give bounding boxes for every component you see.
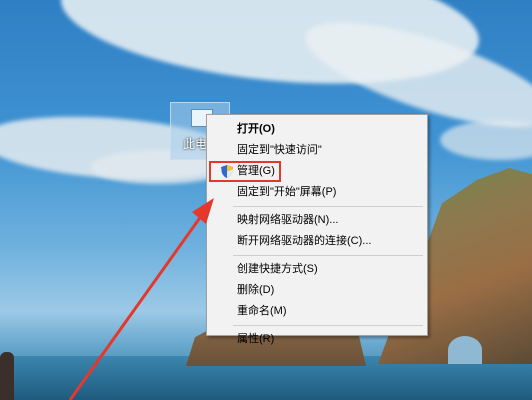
cloud xyxy=(440,120,532,160)
menu-item-properties[interactable]: 属性(R) xyxy=(207,329,427,350)
admin-shield-icon xyxy=(221,165,233,178)
menu-item-disconnect-network-drive[interactable]: 断开网络驱动器的连接(C)... xyxy=(207,231,427,252)
menu-item-delete[interactable]: 删除(D) xyxy=(207,280,427,301)
person-silhouette xyxy=(0,352,14,400)
menu-item-pin-start[interactable]: 固定到"开始"屏幕(P) xyxy=(207,182,427,203)
menu-item-pin-quick-access[interactable]: 固定到"快速访问" xyxy=(207,140,427,161)
menu-item-map-network-drive[interactable]: 映射网络驱动器(N)... xyxy=(207,210,427,231)
menu-item-open[interactable]: 打开(O) xyxy=(207,119,427,140)
menu-item-label: 管理(G) xyxy=(237,165,275,177)
menu-item-manage[interactable]: 管理(G) xyxy=(209,161,281,182)
menu-separator xyxy=(233,325,423,326)
menu-item-rename[interactable]: 重命名(M) xyxy=(207,301,427,322)
menu-separator xyxy=(233,255,423,256)
context-menu: 打开(O) 固定到"快速访问" 管理(G) 固定到"开始"屏幕(P) 映射网络驱… xyxy=(206,114,428,345)
menu-item-create-shortcut[interactable]: 创建快捷方式(S) xyxy=(207,259,427,280)
menu-separator xyxy=(233,206,423,207)
